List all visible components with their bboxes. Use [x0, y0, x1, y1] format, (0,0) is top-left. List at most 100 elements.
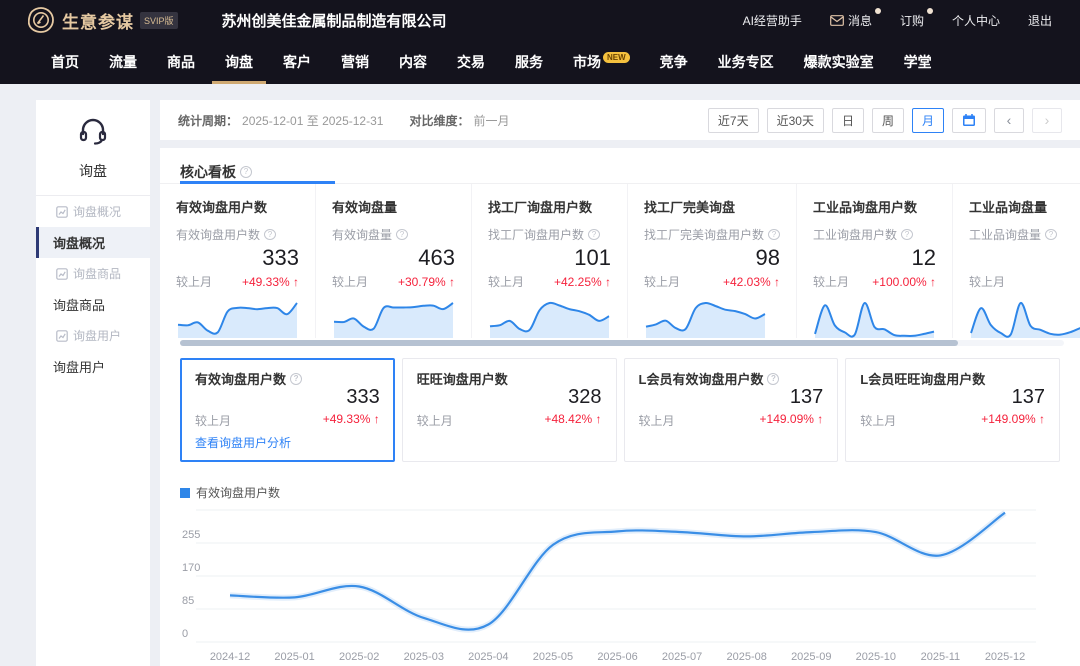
- info-icon[interactable]: ?: [240, 166, 252, 178]
- x-axis-tick-label: 2025-10: [856, 651, 896, 663]
- summary-compare-row: 较上月+149.09% ↑: [860, 412, 1045, 429]
- x-axis-tick-label: 2025-02: [339, 651, 379, 663]
- metric-card[interactable]: 有效询盘用户数有效询盘用户数?333较上月+49.33% ↑: [160, 184, 316, 338]
- metric-value: 333: [176, 245, 299, 271]
- period-button[interactable]: 近7天: [708, 108, 759, 133]
- metric-card[interactable]: 找工厂询盘用户数找工厂询盘用户数?101较上月+42.25% ↑: [472, 184, 628, 338]
- sidebar-item[interactable]: 询盘商品: [36, 289, 150, 320]
- sidebar-item[interactable]: 询盘商品: [36, 258, 150, 289]
- nav-item[interactable]: 询盘: [210, 40, 268, 84]
- metric-card-sublabel: 找工厂询盘用户数?: [488, 226, 611, 243]
- topbar-item-link[interactable]: 退出: [1028, 12, 1052, 29]
- nav-item[interactable]: 业务专区: [703, 40, 789, 84]
- metric-card-row: 有效询盘用户数有效询盘用户数?333较上月+49.33% ↑有效询盘量有效询盘量…: [160, 184, 1080, 338]
- nav-item[interactable]: 内容: [384, 40, 442, 84]
- metric-mini-chart: [813, 294, 936, 338]
- sidebar-item-label: 询盘概况: [73, 203, 121, 220]
- nav-item[interactable]: 营销: [326, 40, 384, 84]
- brand-logo-icon: [28, 7, 54, 33]
- metric-card[interactable]: 有效询盘量有效询盘量?463较上月+30.79% ↑: [316, 184, 472, 338]
- summary-title-text: L会员旺旺询盘用户数: [860, 369, 985, 388]
- summary-compare-row: 较上月+149.09% ↑: [639, 412, 824, 429]
- period-buttons: 近7天近30天日周月 ‹ ›: [708, 108, 1062, 133]
- info-icon[interactable]: ?: [396, 229, 408, 240]
- summary-card[interactable]: 有效询盘用户数?333较上月+49.33% ↑查看询盘用户分析: [180, 358, 395, 462]
- change-value: +42.25% ↑: [554, 275, 611, 289]
- chevron-left-button[interactable]: ‹: [994, 108, 1024, 133]
- up-arrow-icon: ↑: [1039, 412, 1045, 426]
- up-arrow-icon: ↑: [817, 412, 823, 426]
- notification-dot: [927, 8, 933, 14]
- info-icon[interactable]: ?: [768, 229, 780, 240]
- sidebar-header: [36, 100, 150, 153]
- compare-value: 前一月: [473, 112, 509, 129]
- metric-value: [969, 245, 1080, 271]
- sidebar-item[interactable]: 询盘用户: [36, 320, 150, 351]
- nav-item[interactable]: 学堂: [889, 40, 947, 84]
- info-icon[interactable]: ?: [1045, 229, 1057, 240]
- nav-item[interactable]: 爆款实验室: [789, 40, 889, 84]
- summary-card[interactable]: 旺旺询盘用户数328较上月+48.42% ↑: [402, 358, 617, 462]
- nav-item[interactable]: 市场NEW: [558, 40, 645, 84]
- view-analysis-link[interactable]: 查看询盘用户分析: [195, 434, 380, 451]
- metric-mini-chart: [176, 294, 299, 338]
- topbar-item-label: AI经营助手: [743, 12, 802, 29]
- metric-card-title: 工业品询盘用户数: [813, 197, 936, 216]
- metric-card-title: 工业品询盘量: [969, 197, 1080, 216]
- stat-compare: 对比维度： 前一月: [409, 112, 509, 129]
- x-axis-tick-label: 2025-08: [726, 651, 766, 663]
- trend-section: 有效询盘用户数 0851702553402024-122025-012025-0…: [160, 472, 1080, 666]
- sidebar-item-label: 询盘概况: [53, 233, 105, 252]
- period-button[interactable]: 周: [872, 108, 904, 133]
- metric-card[interactable]: 工业品询盘量工业品询盘量?较上月: [953, 184, 1080, 338]
- info-icon[interactable]: ?: [588, 229, 600, 240]
- sidebar-item-label: 询盘商品: [53, 295, 105, 314]
- trend-line-chart[interactable]: 0851702553402024-122025-012025-022025-03…: [180, 505, 1060, 666]
- sidebar-item[interactable]: 询盘用户: [36, 351, 150, 382]
- topbar-item-link[interactable]: 订购: [900, 12, 924, 29]
- topbar-item-link[interactable]: 个人中心: [952, 12, 1000, 29]
- summary-title-text: 有效询盘用户数: [195, 369, 286, 388]
- nav-item[interactable]: 交易: [442, 40, 500, 84]
- metric-card-sublabel: 工业品询盘量?: [969, 226, 1080, 243]
- info-icon[interactable]: ?: [767, 373, 779, 385]
- stat-period: 统计周期： 2025-12-01 至 2025-12-31: [178, 112, 383, 129]
- scrollbar-thumb[interactable]: [180, 340, 958, 346]
- nav-item[interactable]: 客户: [268, 40, 326, 84]
- nav-item[interactable]: 服务: [500, 40, 558, 84]
- nav-item-label: 首页: [51, 54, 79, 70]
- metric-mini-chart: [332, 294, 455, 338]
- period-button[interactable]: 日: [832, 108, 864, 133]
- sidebar-item[interactable]: 询盘概况: [36, 227, 150, 258]
- summary-value: 333: [195, 386, 380, 410]
- summary-card[interactable]: L会员旺旺询盘用户数137较上月+149.09% ↑: [845, 358, 1060, 462]
- info-icon[interactable]: ?: [901, 229, 913, 240]
- calendar-button[interactable]: [952, 108, 986, 133]
- info-icon[interactable]: ?: [264, 229, 276, 240]
- compare-period-label: 较上月: [644, 273, 680, 290]
- nav-item[interactable]: 首页: [36, 40, 94, 84]
- period-button[interactable]: 月: [912, 108, 944, 133]
- topbar-item-link[interactable]: AI经营助手: [743, 12, 802, 29]
- topbar-item-mail[interactable]: 消息: [830, 12, 872, 29]
- metric-card[interactable]: 找工厂完美询盘找工厂完美询盘用户数?98较上月+42.03% ↑: [628, 184, 797, 338]
- metric-card-title: 有效询盘用户数: [176, 197, 299, 216]
- panel-header: 核心看板 ?: [160, 148, 1080, 184]
- metric-mini-chart: [969, 294, 1080, 338]
- nav-item[interactable]: 流量: [94, 40, 152, 84]
- info-icon[interactable]: ?: [290, 373, 302, 385]
- sidebar-menu: 询盘概况询盘概况询盘商品询盘商品询盘用户询盘用户: [36, 196, 150, 382]
- nav-item-label: 询盘: [225, 54, 253, 70]
- change-value: +49.33% ↑: [242, 275, 299, 289]
- y-axis-tick-label: 170: [182, 562, 200, 574]
- core-panel: 核心看板 ? 有效询盘用户数有效询盘用户数?333较上月+49.33% ↑有效询…: [160, 148, 1080, 666]
- chevron-right-button[interactable]: ›: [1032, 108, 1062, 133]
- compare-period-label: 较上月: [639, 412, 675, 429]
- chart-icon: [56, 268, 68, 280]
- period-button[interactable]: 近30天: [767, 108, 824, 133]
- sidebar-item[interactable]: 询盘概况: [36, 196, 150, 227]
- nav-item[interactable]: 商品: [152, 40, 210, 84]
- summary-card[interactable]: L会员有效询盘用户数?137较上月+149.09% ↑: [624, 358, 839, 462]
- nav-item[interactable]: 竞争: [645, 40, 703, 84]
- metric-card[interactable]: 工业品询盘用户数工业询盘用户数?12较上月+100.00% ↑: [797, 184, 953, 338]
